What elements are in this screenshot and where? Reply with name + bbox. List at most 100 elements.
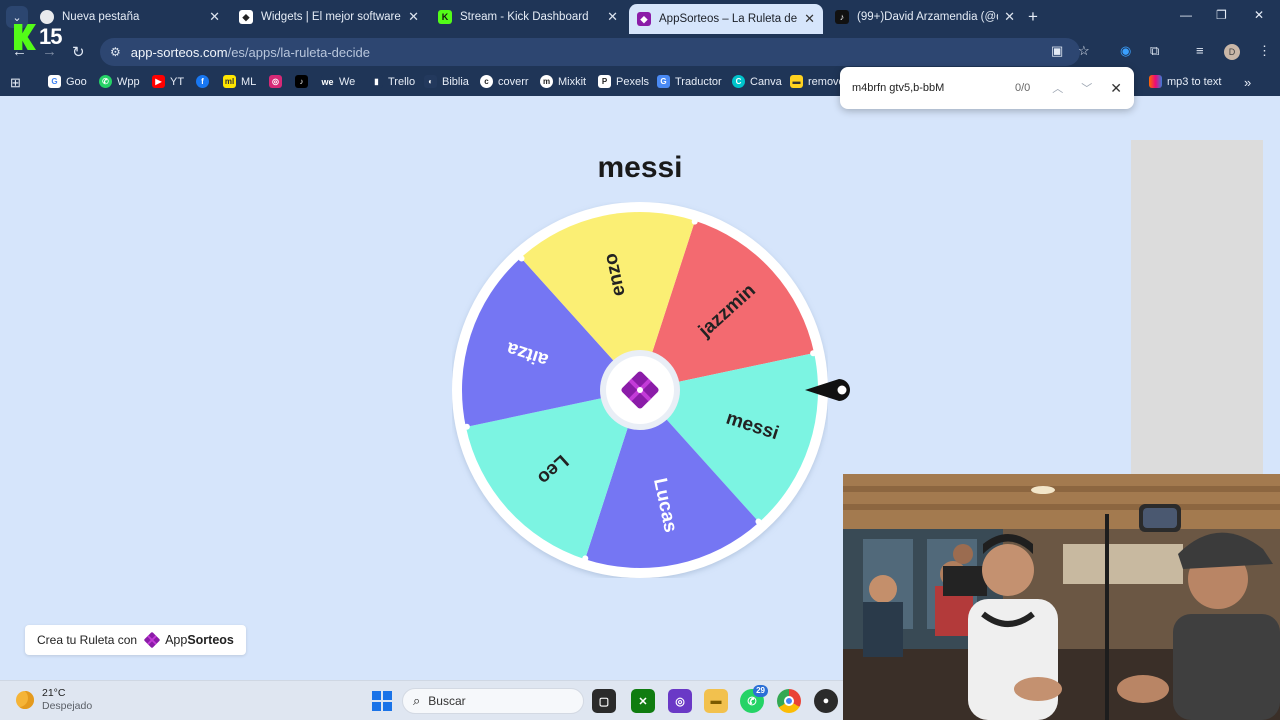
bookmark-mixkit[interactable]: m Mixkit (540, 75, 586, 88)
tiktok-icon: ♪ (295, 75, 308, 88)
wetransfer-icon: we (321, 75, 334, 88)
tab-tiktok[interactable]: ♪ (99+)David Arzamendia (@david ✕ (827, 4, 1023, 30)
bookmark-mp3-to-text[interactable]: mp3 to text (1149, 75, 1221, 88)
close-tab-icon[interactable]: ✕ (408, 9, 419, 25)
roulette-wheel[interactable]: jazzmin messi Lucas Leo aitza enzo (452, 202, 828, 578)
taskbar-search[interactable]: ⌕ Buscar (402, 688, 584, 714)
whatsapp-taskbar-icon[interactable]: ✆ 29 (740, 685, 768, 713)
find-match-count: 0/0 (1014, 82, 1031, 94)
tab-title: (99+)David Arzamendia (@david (857, 11, 998, 23)
result-title: messi (597, 151, 683, 184)
wheel-rim-dot (691, 218, 698, 225)
webcam-scene (843, 474, 1280, 720)
badge-prefix: Crea tu Ruleta con (37, 633, 138, 647)
new-tab-button[interactable]: + (1028, 7, 1038, 27)
close-window-icon[interactable]: ✕ (1254, 8, 1264, 22)
brand-name-light: App (165, 633, 188, 647)
bookmark-traductor[interactable]: G Traductor (657, 75, 722, 88)
widgets-icon: ◆ (239, 10, 253, 24)
create-wheel-badge[interactable]: Crea tu Ruleta con App Sorteos (25, 625, 246, 655)
bookmark-canva[interactable]: C Canva (732, 75, 782, 88)
chrome-taskbar-icon[interactable] (777, 689, 801, 713)
tab-appsorteos[interactable]: ◆ AppSorteos – La Ruleta de la Suerte ✕ (629, 4, 823, 34)
bookmark-biblia[interactable]: ◐ Biblia (424, 75, 469, 88)
bookmark-label: Goo (66, 75, 87, 88)
bookmark-pexels[interactable]: P Pexels (598, 75, 649, 88)
bookmark-label: mp3 to text (1167, 75, 1222, 88)
bookmark-label: Traductor (675, 75, 722, 88)
ad-placeholder (1131, 140, 1263, 474)
find-next-icon[interactable]: ﹀ (1081, 80, 1092, 96)
bookmark-tiktok[interactable]: ♪ (295, 75, 313, 88)
close-tab-icon[interactable]: ✕ (209, 9, 220, 25)
wheel-rim-dot (463, 423, 470, 430)
tab-strip: ⌄ Nueva pestaña ✕ ◆ Widgets | El mejor s… (0, 0, 1280, 34)
reload-icon[interactable]: ↻ (72, 43, 85, 61)
kick-icon: K (438, 10, 452, 24)
chrome-icon (40, 10, 54, 24)
find-input[interactable]: m4brfn gtv5,b-bbM (852, 82, 1015, 94)
kick-logo-icon (14, 24, 36, 50)
obs-icon[interactable]: ● (814, 689, 838, 713)
site-info-icon[interactable]: ⚙ (110, 45, 121, 59)
app-icon[interactable]: ◎ (668, 689, 692, 713)
bookmark-wpp[interactable]: ✆ Wpp (99, 75, 140, 88)
apps-grid-icon[interactable]: ⊞ (10, 75, 21, 91)
whatsapp-badge: 29 (753, 685, 768, 697)
translate-icon: G (657, 75, 670, 88)
facebook-icon: f (196, 75, 209, 88)
windows-start-icon[interactable] (370, 689, 394, 713)
extension-icon[interactable]: ◉ (1120, 43, 1131, 59)
tiktok-icon: ♪ (835, 10, 849, 24)
mixkit-icon: m (540, 75, 553, 88)
bookmark-trello[interactable]: ▮ Trello (370, 75, 415, 88)
more-bookmarks-icon[interactable]: » (1244, 75, 1251, 90)
pexels-icon: P (598, 75, 611, 88)
close-tab-icon[interactable]: ✕ (607, 9, 618, 25)
minimize-icon[interactable]: — (1180, 8, 1192, 22)
bookmark-label: ML (241, 75, 257, 88)
bookmark-star-icon[interactable]: ☆ (1078, 43, 1090, 59)
profile-avatar[interactable]: D (1224, 44, 1240, 60)
media-control-icon[interactable]: ≡ (1196, 43, 1204, 58)
address-bar[interactable]: ⚙ app-sorteos.com/es/apps/la-ruleta-deci… (100, 38, 1080, 66)
close-tab-icon[interactable]: ✕ (1004, 9, 1015, 25)
bookmark-yt[interactable]: ▶ YT (152, 75, 184, 88)
bookmark-label: Mixkit (558, 75, 587, 88)
file-explorer-icon[interactable]: ▬ (704, 689, 728, 713)
close-tab-icon[interactable]: ✕ (804, 11, 815, 27)
weather-condition: Despejado (42, 700, 93, 712)
moon-weather-icon (16, 691, 34, 709)
find-close-icon[interactable]: ✕ (1110, 80, 1122, 97)
tab-title: Nueva pestaña (62, 11, 140, 23)
wheel-svg: jazzminmessiLucasLeoaitzaenzo (452, 202, 828, 578)
search-icon: ⌕ (413, 693, 421, 708)
find-previous-icon[interactable]: ︿ (1052, 80, 1063, 96)
bookmark-remove[interactable]: ▬ remove (790, 75, 845, 88)
bookmark-coverr[interactable]: c coverr (480, 75, 529, 88)
bookmark-ml[interactable]: ml ML (223, 75, 256, 88)
bookmark-we[interactable]: we We (321, 75, 355, 88)
bookmark-label: Biblia (442, 75, 469, 88)
removebg-icon: ▬ (790, 75, 803, 88)
windows-taskbar: 21°C Despejado ⌕ Buscar ▢ ✕ ◎ ▬ ✆ 29 ● (0, 680, 843, 720)
restore-icon[interactable]: ❐ (1216, 8, 1227, 22)
tab-kick-dashboard[interactable]: K Stream - Kick Dashboard ✕ (430, 4, 626, 30)
xbox-icon[interactable]: ✕ (631, 689, 655, 713)
bookmark-goo[interactable]: G Goo (48, 75, 87, 88)
bookmark-label: Pexels (616, 75, 650, 88)
tab-widgets[interactable]: ◆ Widgets | El mejor software para ✕ (231, 4, 427, 30)
page-search-icon[interactable]: ▣ (1051, 43, 1063, 59)
menu-dots-icon[interactable]: ⋮ (1258, 43, 1271, 59)
extensions-puzzle-icon[interactable]: ⧉ (1150, 43, 1159, 59)
bookmark-facebook[interactable]: f (196, 75, 214, 88)
url-path: /es/apps/la-ruleta-decide (227, 44, 370, 60)
task-view-icon[interactable]: ▢ (592, 689, 616, 713)
appsorteos-logo-icon (144, 632, 160, 648)
wheel-pointer-icon (805, 379, 850, 401)
canva-icon: C (732, 75, 745, 88)
trello-icon: ▮ (370, 75, 383, 88)
wheel-rim-dot (810, 350, 817, 357)
weather-widget[interactable]: 21°C Despejado (16, 687, 92, 713)
bookmark-instagram[interactable]: ◎ (269, 75, 287, 88)
